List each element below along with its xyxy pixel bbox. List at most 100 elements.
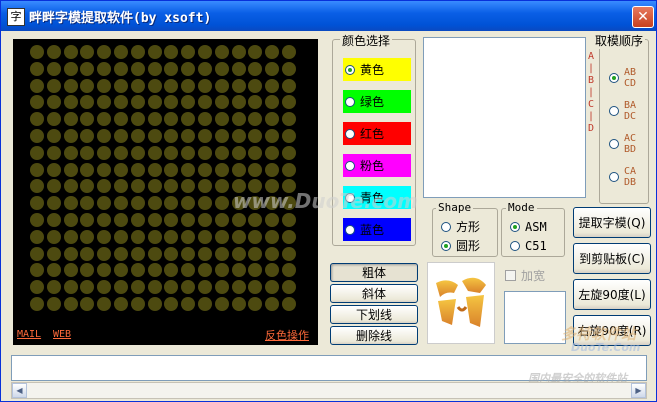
matrix-dot[interactable] [281,112,296,127]
matrix-dot[interactable] [113,45,128,59]
matrix-dot[interactable] [97,162,112,177]
matrix-dot[interactable] [130,212,145,227]
matrix-dot[interactable] [231,296,246,311]
matrix-dot[interactable] [197,61,212,76]
matrix-dot[interactable] [181,263,196,278]
matrix-dot[interactable] [113,280,128,295]
matrix-dot[interactable] [97,145,112,160]
matrix-dot[interactable] [63,45,78,59]
matrix-dot[interactable] [231,61,246,76]
matrix-dot[interactable] [46,196,61,211]
matrix-dot[interactable] [181,196,196,211]
matrix-dot[interactable] [30,61,44,76]
matrix-dot[interactable] [130,61,145,76]
invert-link[interactable]: 反色操作 [265,327,309,343]
matrix-dot[interactable] [164,263,179,278]
matrix-dot[interactable] [214,229,229,244]
matrix-dot[interactable] [281,280,296,295]
matrix-dot[interactable] [248,61,263,76]
matrix-dot[interactable] [164,246,179,261]
matrix-dot[interactable] [248,45,263,59]
matrix-dot[interactable] [181,45,196,59]
matrix-dot[interactable] [97,229,112,244]
matrix-dot[interactable] [214,212,229,227]
matrix-dot[interactable] [197,45,212,59]
matrix-dot[interactable] [197,179,212,194]
matrix-dot[interactable] [231,95,246,110]
mode-option[interactable]: C51 [508,239,547,253]
matrix-dot[interactable] [181,162,196,177]
matrix-dot[interactable] [97,263,112,278]
matrix-dot[interactable] [281,61,296,76]
matrix-dot[interactable] [197,95,212,110]
matrix-dot[interactable] [80,128,95,143]
matrix-dot[interactable] [80,95,95,110]
matrix-dot[interactable] [113,246,128,261]
matrix-dot[interactable] [181,246,196,261]
matrix-dot[interactable] [130,45,145,59]
matrix-dot[interactable] [30,112,44,127]
matrix-dot[interactable] [197,280,212,295]
matrix-dot[interactable] [265,112,280,127]
shape-option[interactable]: 方形 [439,218,480,235]
matrix-dot[interactable] [30,145,44,160]
matrix-dot[interactable] [113,196,128,211]
matrix-dot[interactable] [231,263,246,278]
matrix-dot[interactable] [164,78,179,93]
matrix-dot[interactable] [164,229,179,244]
matrix-dot[interactable] [130,78,145,93]
matrix-dot[interactable] [181,229,196,244]
matrix-dot[interactable] [113,112,128,127]
matrix-dot[interactable] [46,95,61,110]
color-option[interactable]: 绿色 [343,90,411,113]
matrix-dot[interactable] [113,128,128,143]
matrix-dot[interactable] [63,112,78,127]
matrix-dot[interactable] [147,280,162,295]
radio-icon[interactable] [345,224,355,235]
matrix-dot[interactable] [80,246,95,261]
matrix-dot[interactable] [248,162,263,177]
matrix-dot[interactable] [63,61,78,76]
matrix-dot[interactable] [164,162,179,177]
color-option[interactable]: 粉色 [343,154,411,177]
matrix-dot[interactable] [181,61,196,76]
matrix-dot[interactable] [281,128,296,143]
matrix-dot[interactable] [214,280,229,295]
matrix-dot[interactable] [231,162,246,177]
matrix-dot[interactable] [113,296,128,311]
matrix-dot[interactable] [147,263,162,278]
matrix-dot[interactable] [281,95,296,110]
matrix-dot[interactable] [281,229,296,244]
matrix-dot[interactable] [63,78,78,93]
matrix-dot[interactable] [265,280,280,295]
matrix-dot[interactable] [30,162,44,177]
matrix-dot[interactable] [164,112,179,127]
matrix-dot[interactable] [46,229,61,244]
order-option[interactable]: AC BD [607,133,636,155]
action-button[interactable]: 到剪贴板(C) [573,243,651,274]
matrix-dot[interactable] [130,263,145,278]
matrix-dot[interactable] [265,45,280,59]
matrix-dot[interactable] [97,246,112,261]
matrix-dot[interactable] [46,128,61,143]
web-link[interactable]: WEB [53,329,71,340]
matrix-dot[interactable] [80,280,95,295]
matrix-dot[interactable] [214,61,229,76]
matrix-dot[interactable] [265,162,280,177]
matrix-dot[interactable] [231,112,246,127]
matrix-dot[interactable] [63,280,78,295]
matrix-dot[interactable] [231,280,246,295]
matrix-dot[interactable] [265,61,280,76]
matrix-dot[interactable] [130,246,145,261]
bold-checkbox[interactable]: 加宽 [505,267,545,284]
matrix-dot[interactable] [130,179,145,194]
matrix-dot[interactable] [164,95,179,110]
matrix-dot[interactable] [147,112,162,127]
matrix-dot[interactable] [181,296,196,311]
matrix-dot[interactable] [113,229,128,244]
matrix-dot[interactable] [214,162,229,177]
matrix-dot[interactable] [197,296,212,311]
radio-icon[interactable] [609,172,619,182]
matrix-dot[interactable] [97,179,112,194]
matrix-dot[interactable] [214,179,229,194]
